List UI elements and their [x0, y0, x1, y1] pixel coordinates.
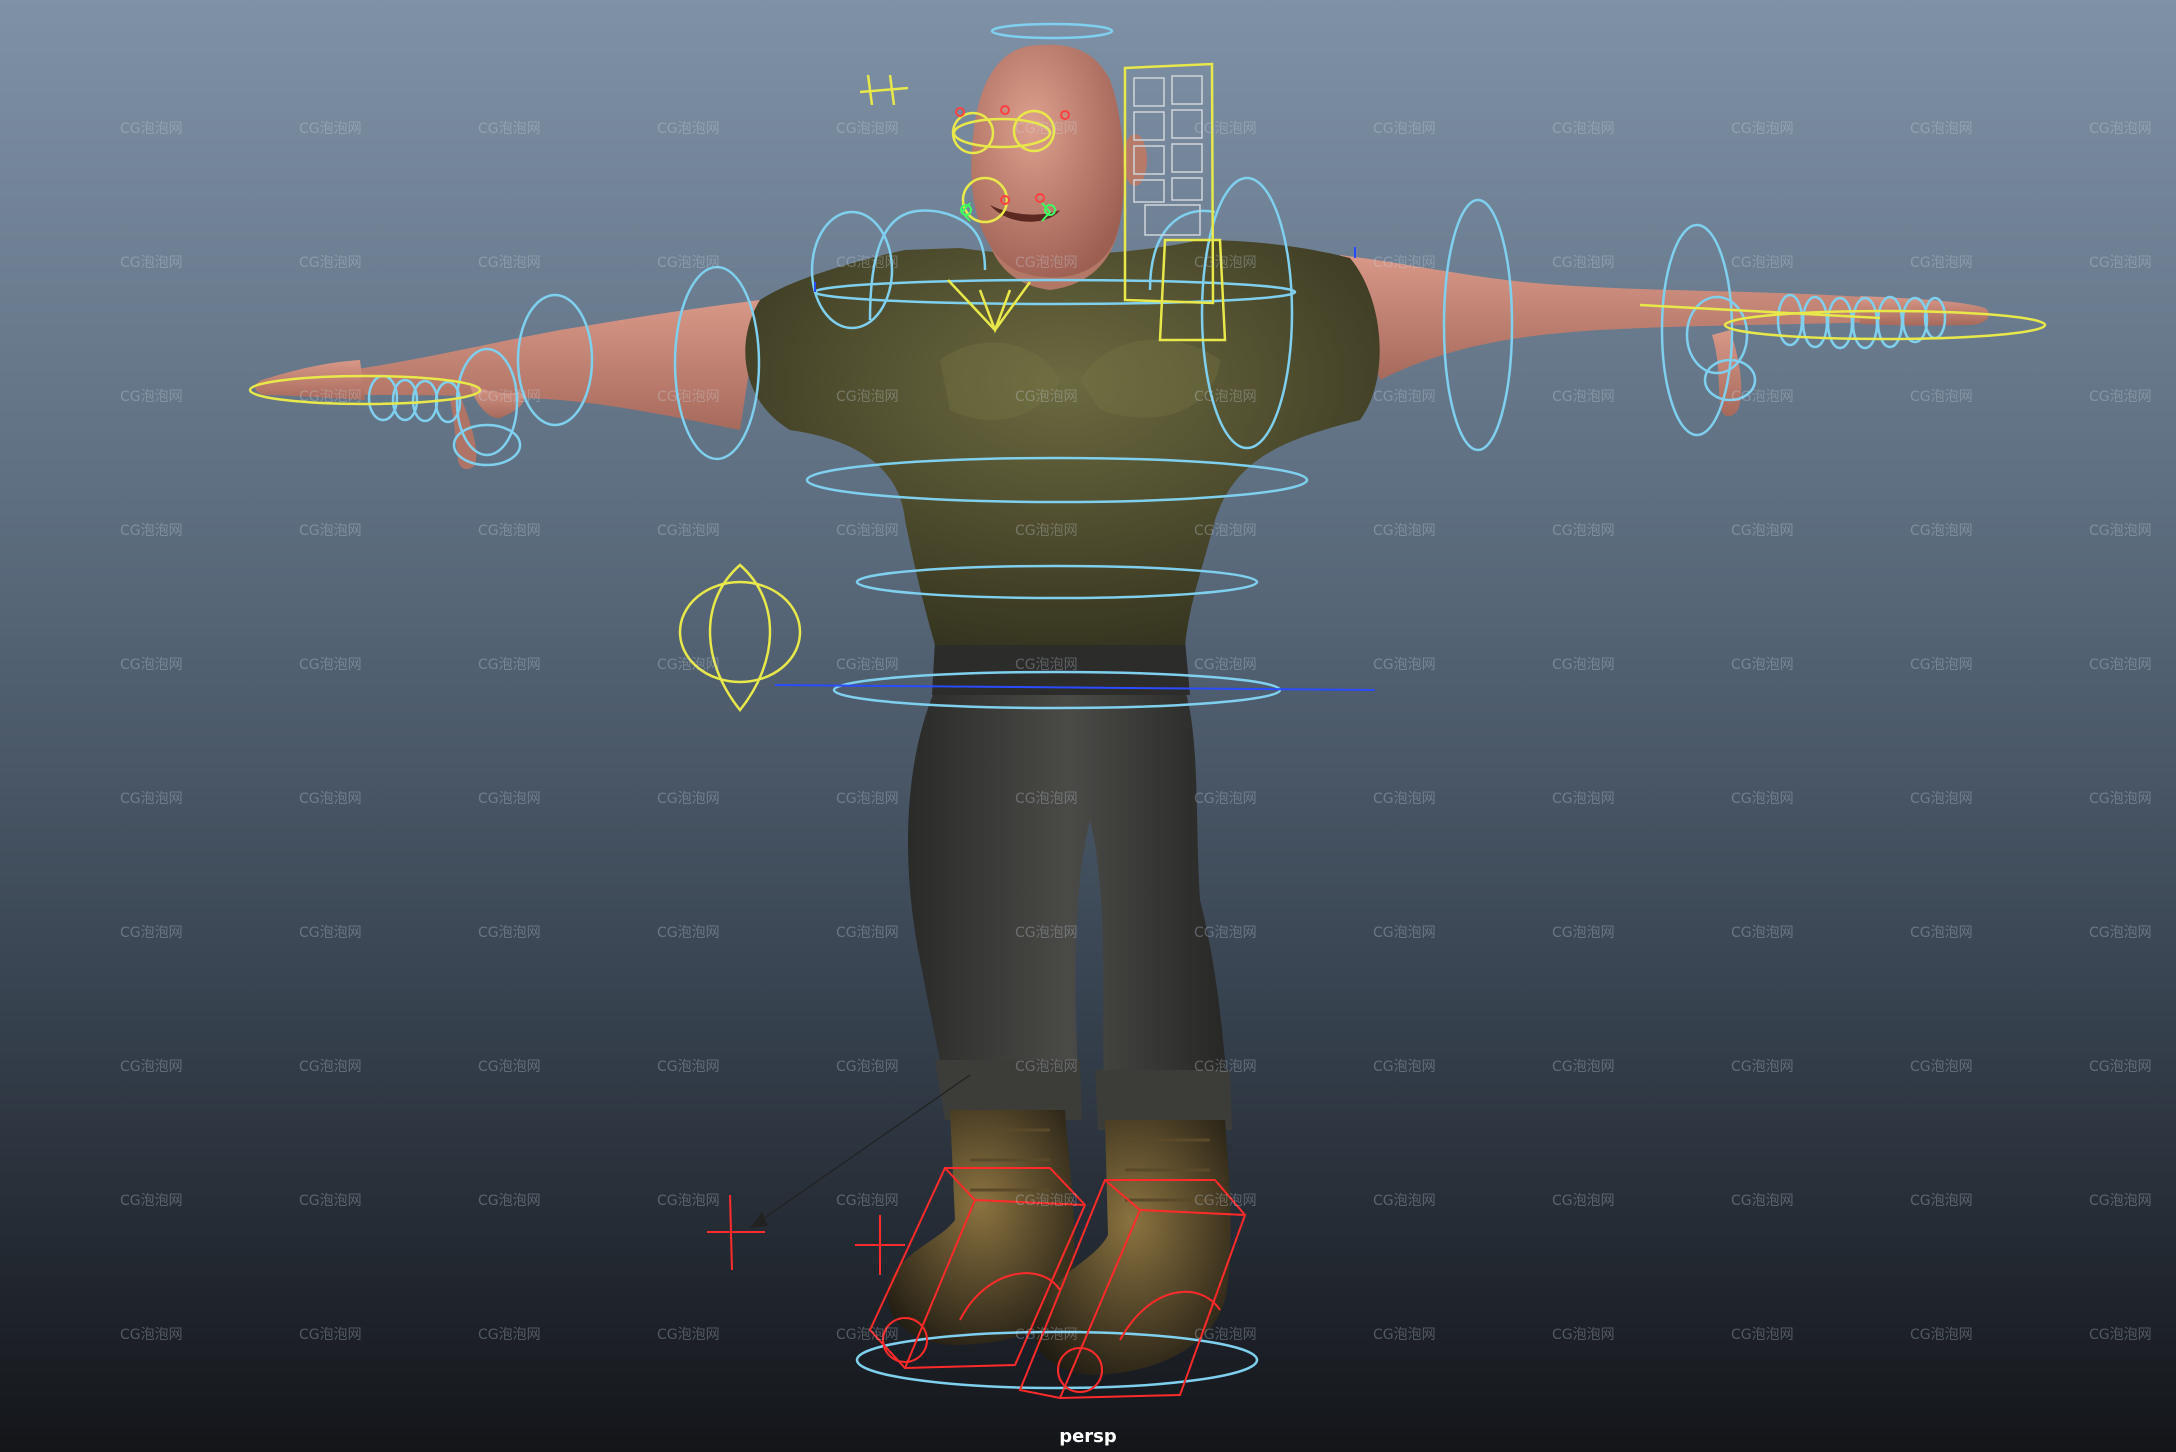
camera-label: persp — [1059, 1426, 1117, 1447]
left-arm-mesh[interactable] — [350, 300, 760, 430]
face-slider-box[interactable] — [1171, 109, 1203, 139]
ear-mesh[interactable] — [1123, 134, 1147, 186]
right-arm-mesh[interactable] — [1340, 255, 1880, 380]
pole-vector-arrow — [750, 1212, 768, 1228]
l-knee-locator[interactable] — [707, 1194, 765, 1271]
left-hand-mesh[interactable] — [255, 360, 365, 400]
face-slider-box[interactable] — [1171, 143, 1203, 173]
pants-mesh[interactable] — [908, 690, 1230, 1120]
face-slider-box[interactable] — [1144, 204, 1201, 236]
face-slider-box[interactable] — [1171, 177, 1203, 201]
scene-canvas[interactable] — [0, 0, 2176, 1452]
brow-point[interactable] — [955, 107, 965, 117]
r-elbow-control[interactable] — [1660, 223, 1734, 437]
pole-vector-line — [749, 1074, 971, 1229]
l-knee-pole-control[interactable] — [708, 563, 772, 713]
shirt-mesh[interactable] — [745, 240, 1380, 645]
head-aim-cross-control[interactable] — [859, 74, 909, 106]
maya-viewport[interactable]: CG泡泡网 CG泡泡网 CG泡泡网 CG泡泡网 CG泡泡网 CG泡泡网 CG泡泡网 CG泡泡网… — [0, 0, 2176, 1452]
r-knee-locator[interactable] — [855, 1215, 905, 1275]
head-mesh[interactable] — [971, 44, 1125, 278]
face-slider-box[interactable] — [1171, 75, 1203, 105]
character-mesh[interactable] — [255, 44, 1990, 1375]
l-knee-loop-control[interactable] — [678, 580, 802, 684]
face-slider-box[interactable] — [1133, 77, 1165, 107]
head-top-control[interactable] — [990, 22, 1114, 40]
